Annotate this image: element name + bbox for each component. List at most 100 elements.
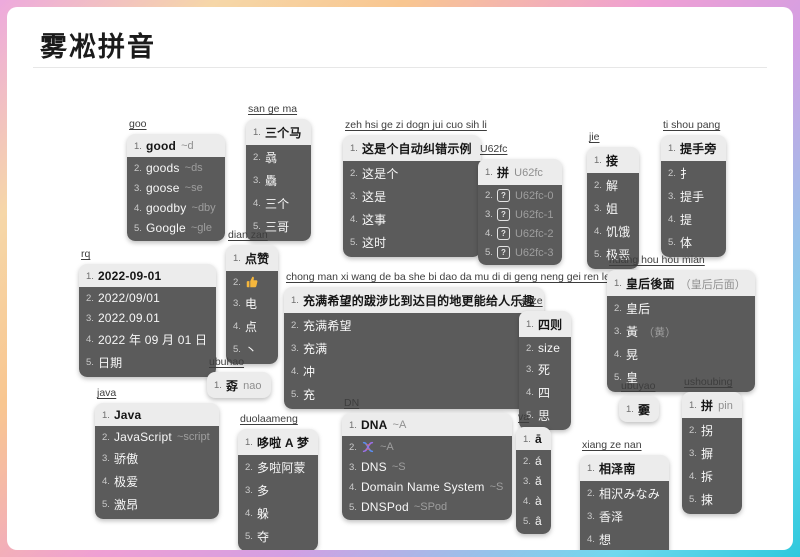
candidate-row[interactable]: 5. 夺	[238, 525, 318, 548]
candidate-row[interactable]: 2. 解	[587, 174, 639, 197]
candidate-row[interactable]: 4. 点	[226, 315, 278, 338]
candidate-row[interactable]: 4. 三个	[246, 192, 311, 215]
input-code-label: va	[518, 411, 530, 423]
candidate-row[interactable]: 2. size	[519, 338, 571, 358]
candidate-row[interactable]: 5. 这时	[343, 231, 481, 254]
candidate-row[interactable]: 1. 三个马	[246, 119, 311, 145]
candidate-row[interactable]: 3. 骄傲	[95, 447, 219, 470]
candidate-rest-group: 2.相沢みなみ3.香泽4.想5.向	[580, 481, 669, 550]
candidate-row[interactable]: 1. 这是个自动纠错示例	[343, 135, 481, 161]
candidate-row[interactable]: 5. Google ~gle	[127, 218, 225, 238]
candidate-row[interactable]: 3. 2022.09.01	[79, 308, 216, 328]
candidate-row[interactable]: 2.	[226, 272, 278, 292]
candidate-row[interactable]: 1. Java	[95, 403, 219, 426]
candidate-rest-group: 2. 3. 电 4. 点 5. 丶	[226, 271, 279, 364]
candidate-row[interactable]: 4. 躲	[238, 502, 318, 525]
candidate-row[interactable]: 1. 嫑	[619, 396, 659, 422]
input-code-label: san ge ma	[248, 103, 298, 115]
candidate-row[interactable]: 2. ~A	[342, 437, 512, 457]
candidate-row[interactable]: 2. 扌	[661, 162, 726, 185]
candidate-row[interactable]: 1. 四则	[519, 311, 571, 337]
candidate-number: 4.	[485, 228, 493, 239]
candidate-row[interactable]: 2. 多啦阿蒙	[238, 456, 318, 479]
candidate-row[interactable]: 4. 饥饿	[587, 220, 639, 243]
candidate-row[interactable]: 5. DNSPod ~SPod	[342, 497, 512, 517]
candidate-text: 这是个	[361, 167, 399, 181]
page-card: 雾凇拼音 goo 1. good ~d 2. goods ~ds 3. goose ~se 4. go…	[7, 7, 793, 550]
candidate-number: 2.	[291, 320, 299, 331]
candidate-row[interactable]: 2. 骉	[246, 146, 311, 169]
candidate-row[interactable]: 4. à	[516, 491, 551, 511]
candidate-row[interactable]: 3. 摒	[682, 442, 742, 465]
candidate-text: 多	[256, 484, 270, 498]
candidate-comment: ~gle	[190, 222, 212, 234]
candidate-row[interactable]: 1. 接	[587, 147, 639, 173]
candidate-text: 三个马	[264, 126, 302, 140]
candidate-row[interactable]: 3. ǎ	[516, 471, 551, 491]
candidate-row[interactable]: 1. 相泽南	[580, 455, 669, 481]
candidate-row[interactable]: 5. 激昂	[95, 493, 219, 516]
candidate-row[interactable]: 3. 驫	[246, 169, 311, 192]
candidate-row[interactable]: 4. Domain Name System ~S	[342, 477, 512, 497]
candidate-text: JavaScript	[113, 430, 172, 444]
candidate-row[interactable]: 5. 捒	[682, 488, 742, 511]
candidate-row[interactable]: 3. 黃 （黄）	[607, 320, 755, 343]
candidate-text: 充	[302, 388, 316, 402]
candidate-rest-group: 2. JavaScript ~script 3. 骄傲 4. 极爱 5. 激昂	[95, 426, 219, 519]
candidate-row[interactable]: 3. 多	[238, 479, 318, 502]
candidate-text: Java	[113, 408, 142, 422]
candidate-number: 1.	[668, 143, 676, 154]
candidate-comment: U62fc-3	[514, 246, 554, 259]
candidate-row[interactable]: 1. DNA ~A	[342, 413, 512, 436]
candidate-row[interactable]: 2. 皇后	[607, 297, 755, 320]
candidate-row[interactable]: 3. 提手	[661, 185, 726, 208]
candidate-number: 2.	[587, 488, 595, 499]
candidate-row[interactable]: 1. good ~d	[127, 134, 225, 157]
candidate-row[interactable]: 1. 拼 U62fc	[478, 159, 562, 185]
candidate-row[interactable]: 2. goods ~ds	[127, 158, 225, 178]
candidate-row[interactable]: 2. á	[516, 451, 551, 471]
candidate-row[interactable]: 1. 充满希望的跋涉比到达目的地更能给人乐趣	[284, 287, 544, 313]
candidate-row[interactable]: 2. JavaScript ~script	[95, 427, 219, 447]
candidate-row[interactable]: 4. 四	[519, 381, 571, 404]
candidate-text: 这是个自动纠错示例	[361, 142, 472, 156]
candidate-row[interactable]: 2. 充满希望	[284, 314, 544, 337]
candidate-row[interactable]: 1. 拼 pin	[682, 392, 742, 418]
candidate-row[interactable]: 3. 电	[226, 292, 278, 315]
candidate-row[interactable]: 4.? U62fc-2	[478, 224, 562, 243]
candidate-row[interactable]: 1. 皇后後面 （皇后后面）	[607, 270, 755, 296]
candidate-row[interactable]: 1. 提手旁	[661, 135, 726, 161]
candidate-row[interactable]: 1. ā	[516, 427, 551, 450]
candidate-row[interactable]: 4. 极爱	[95, 470, 219, 493]
candidate-row[interactable]: 4. 这事	[343, 208, 481, 231]
candidate-row[interactable]: 4. 想	[580, 528, 669, 550]
candidate-row[interactable]: 3. goose ~se	[127, 178, 225, 198]
candidate-row[interactable]: 5. â	[516, 511, 551, 531]
candidate-row[interactable]: 4. 冲	[284, 360, 544, 383]
candidate-row[interactable]: 5. 体	[661, 231, 726, 254]
candidate-row[interactable]: 1. 哆啦 A 梦	[238, 429, 318, 455]
candidate-row[interactable]: 2. 拐	[682, 419, 742, 442]
candidate-row[interactable]: 1. 点赞	[226, 245, 278, 271]
candidate-row[interactable]: 1. 2022-09-01	[79, 264, 216, 287]
candidate-row[interactable]: 5.? U62fc-3	[478, 243, 562, 262]
candidate-row[interactable]: 2.? U62fc-0	[478, 186, 562, 205]
candidate-row[interactable]: 4. 提	[661, 208, 726, 231]
candidate-row[interactable]: 3. DNS ~S	[342, 457, 512, 477]
candidate-row[interactable]: 4. 2022 年 09 月 01 日	[79, 328, 216, 351]
candidate-row[interactable]: 3. 这是	[343, 185, 481, 208]
candidate-row[interactable]: 3. 香泽	[580, 505, 669, 528]
candidate-row[interactable]: 5. 日期	[79, 351, 216, 374]
candidate-row[interactable]: 2. 这是个	[343, 162, 481, 185]
candidate-row[interactable]: 3. 死	[519, 358, 571, 381]
candidate-row[interactable]: 4. 拆	[682, 465, 742, 488]
candidate-row[interactable]: 3. 姐	[587, 197, 639, 220]
candidate-row[interactable]: 3. 充满	[284, 337, 544, 360]
candidate-row[interactable]: 2. 2022/09/01	[79, 288, 216, 308]
candidate-row[interactable]: 4. 晃	[607, 343, 755, 366]
candidate-row[interactable]: 2. 相沢みなみ	[580, 482, 669, 505]
candidate-row[interactable]: 4. goodby ~dby	[127, 198, 225, 218]
candidate-number: 3.	[485, 209, 493, 220]
candidate-row[interactable]: 3.? U62fc-1	[478, 205, 562, 224]
candidate-number: 5.	[350, 237, 358, 248]
